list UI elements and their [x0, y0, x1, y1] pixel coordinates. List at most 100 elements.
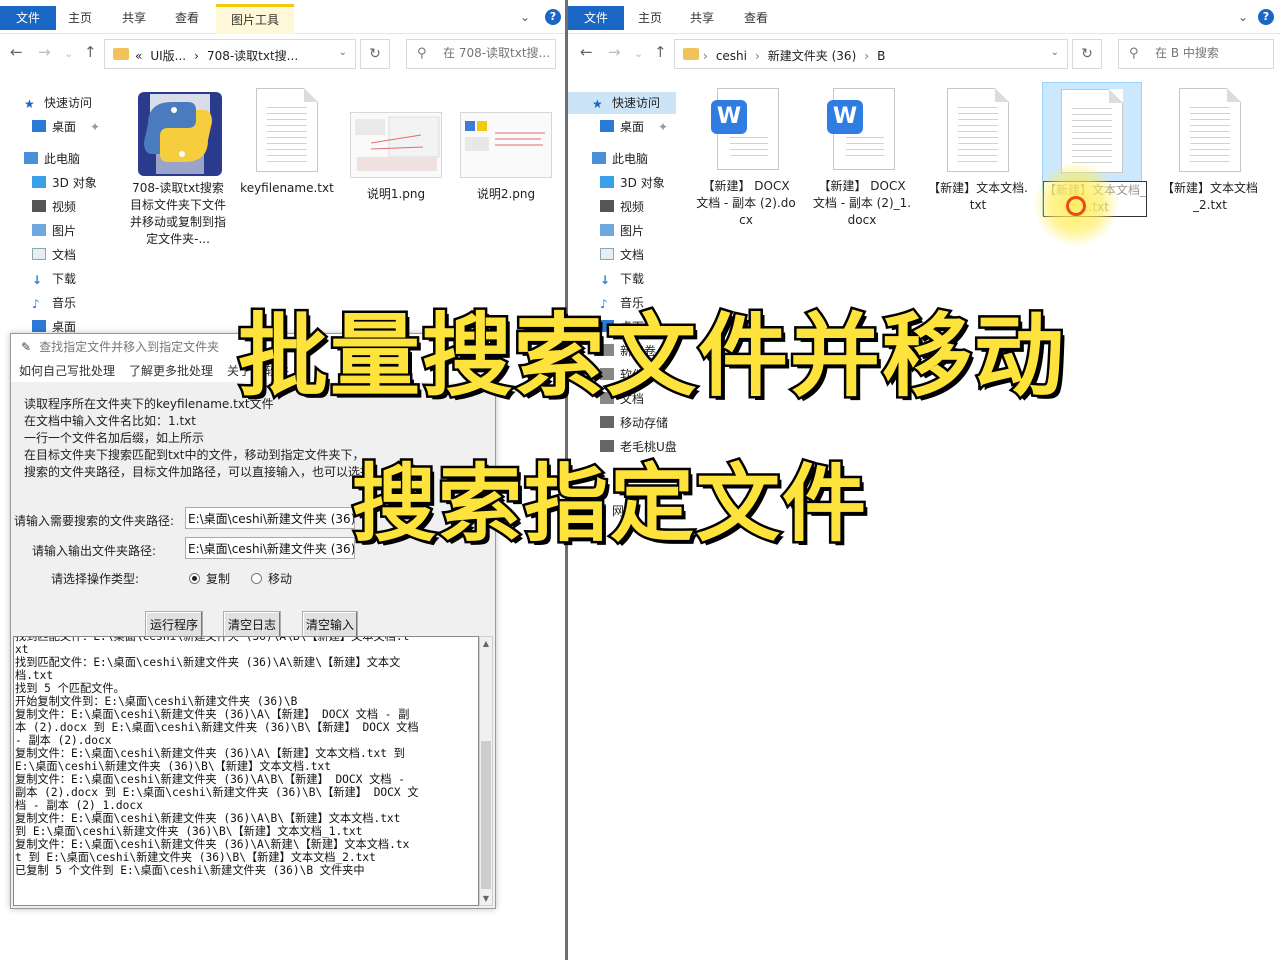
breadcrumb-item[interactable]: 新建文件夹 (36) [768, 49, 856, 63]
desktop-icon [32, 120, 46, 132]
scroll-up-icon[interactable]: ▲ [480, 639, 492, 648]
nav-3d-objects[interactable]: 3D 对象 [32, 172, 97, 194]
tab-home[interactable]: 主页 [638, 8, 662, 28]
nav-downloads[interactable]: ↓ 下载 [32, 268, 76, 290]
nav-music[interactable]: ♪ 音乐 [32, 292, 76, 314]
nav-documents[interactable]: 文档 [32, 244, 76, 266]
nav-removable-storage[interactable]: 移动存储 [600, 412, 668, 434]
recent-dropdown-icon[interactable]: ⌄ [64, 47, 73, 60]
address-bar[interactable]: « UI版... › 708-读取txt搜... ⌄ [104, 39, 356, 69]
nav-pictures[interactable]: 图片 [600, 220, 644, 242]
breadcrumb-item[interactable]: 708-读取txt搜... [207, 49, 298, 63]
tab-picture-tools[interactable]: 图片工具 [216, 4, 294, 34]
tab-view[interactable]: 查看 [744, 8, 768, 28]
star-icon: ★ [24, 97, 35, 111]
file-readme1-png[interactable]: 说明1.png [346, 112, 446, 203]
breadcrumb-item[interactable]: UI版... [150, 49, 186, 63]
file-name: 说明2.png [476, 187, 536, 201]
tab-share[interactable]: 共享 [122, 8, 146, 28]
search-box[interactable]: ⚲ [406, 39, 556, 69]
menu-item-how-to-write[interactable]: 如何自己写批处理 [19, 364, 115, 378]
menu-item-learn-more[interactable]: 了解更多批处理 [129, 364, 213, 378]
back-arrow-icon[interactable]: ← [580, 43, 593, 61]
file-txt[interactable]: 【新建】文本文档.txt [928, 88, 1028, 214]
file-tab[interactable]: 文件 [0, 6, 56, 30]
search-icon: ⚲ [1129, 46, 1139, 61]
file-readme2-png[interactable]: 说明2.png [456, 112, 556, 203]
usb-drive-icon [600, 416, 614, 428]
address-dropdown-icon[interactable]: ⌄ [1051, 47, 1059, 58]
pin-icon: ✦ [90, 120, 101, 134]
file-docx-copy-2-1[interactable]: W 【新建】 DOCX 文档 - 副本 (2)_1.docx [812, 86, 912, 229]
nav-desktop[interactable]: 桌面 ✦ [32, 116, 100, 138]
file-name: 708-读取txt搜索目标文件夹下文件并移动或复制到指定文件夹-... [129, 181, 226, 246]
forward-arrow-icon[interactable]: → [608, 43, 621, 61]
help-icon[interactable]: ? [545, 9, 561, 25]
address-bar[interactable]: › ceshi › 新建文件夹 (36) › B ⌄ [674, 39, 1068, 69]
refresh-icon[interactable]: ↻ [1072, 39, 1102, 69]
address-dropdown-icon[interactable]: ⌄ [339, 47, 347, 58]
search-input[interactable] [1155, 46, 1265, 60]
file-txt-2[interactable]: 【新建】文本文档_2.txt [1160, 88, 1260, 214]
python-icon [130, 84, 226, 180]
breadcrumb-item[interactable]: B [877, 49, 885, 63]
log-scrollbar[interactable]: ▲ ▼ [479, 636, 493, 906]
refresh-icon[interactable]: ↻ [360, 39, 390, 69]
breadcrumb: « UI版... › 708-读取txt搜... [135, 47, 306, 64]
up-arrow-icon[interactable]: ↑ [654, 43, 667, 61]
document-icon [600, 248, 614, 260]
overlay-caption-subtitle: 搜索指定文件 [349, 453, 869, 556]
word-icon: W [827, 86, 897, 172]
nav-quick-access[interactable]: ★ 快速访问 [24, 92, 92, 114]
copy-radio[interactable]: 复制 [189, 570, 230, 587]
nav-this-pc[interactable]: 此电脑 [592, 148, 648, 170]
picture-icon [32, 224, 46, 236]
music-icon: ♪ [32, 297, 40, 311]
nav-videos[interactable]: 视频 [600, 196, 644, 218]
breadcrumb-item[interactable]: ceshi [716, 49, 747, 63]
back-arrow-icon[interactable]: ← [10, 43, 23, 61]
operation-type-label: 请选择操作类型: [51, 572, 140, 586]
help-icon[interactable]: ? [1258, 9, 1274, 25]
move-radio[interactable]: 移动 [251, 570, 292, 587]
search-path-input[interactable] [185, 507, 355, 529]
picture-icon [600, 224, 614, 236]
image-thumbnail [460, 112, 552, 178]
text-file-icon [1179, 88, 1241, 172]
run-button[interactable]: 运行程序 [145, 611, 203, 639]
file-python-script[interactable]: 708-读取txt搜索目标文件夹下文件并移动或复制到指定文件夹-... [128, 84, 228, 248]
usb-drive-icon [600, 440, 614, 452]
search-input[interactable] [443, 46, 553, 60]
file-tab[interactable]: 文件 [568, 6, 624, 30]
search-box[interactable]: ⚲ [1118, 39, 1274, 69]
clear-log-button[interactable]: 清空日志 [223, 611, 281, 639]
file-name: keyfilename.txt [240, 181, 334, 195]
file-docx-copy-2[interactable]: W 【新建】 DOCX 文档 - 副本 (2).docx [696, 86, 796, 229]
clear-input-button[interactable]: 清空输入 [302, 611, 358, 639]
file-keyfilename[interactable]: keyfilename.txt [237, 88, 337, 197]
tab-home[interactable]: 主页 [68, 8, 92, 28]
ribbon-expand-icon[interactable]: ⌄ [1238, 10, 1248, 24]
tab-view[interactable]: 查看 [175, 8, 199, 28]
nav-desktop[interactable]: 桌面 ✦ [600, 116, 668, 138]
nav-this-pc[interactable]: 此电脑 [24, 148, 80, 170]
forward-arrow-icon[interactable]: → [38, 43, 51, 61]
desktop-icon [600, 120, 614, 132]
nav-pictures[interactable]: 图片 [32, 220, 76, 242]
scroll-thumb[interactable] [481, 741, 491, 889]
scroll-down-icon[interactable]: ▼ [480, 894, 492, 903]
breadcrumb-overflow[interactable]: « [135, 49, 142, 63]
nav-3d-objects[interactable]: 3D 对象 [600, 172, 665, 194]
nav-quick-access[interactable]: ★ 快速访问 [568, 92, 676, 114]
up-arrow-icon[interactable]: ↑ [84, 43, 97, 61]
log-textarea[interactable]: 找到匹配文件：E:\桌面\ceshi\新建文件夹 (36)\A\B\【新建】文本… [13, 636, 479, 906]
tab-share[interactable]: 共享 [690, 8, 714, 28]
nav-videos[interactable]: 视频 [32, 196, 76, 218]
output-path-input[interactable] [185, 537, 355, 559]
ribbon-expand-icon[interactable]: ⌄ [520, 10, 530, 24]
text-file-icon [256, 88, 318, 172]
nav-downloads[interactable]: ↓ 下载 [600, 268, 644, 290]
nav-documents[interactable]: 文档 [600, 244, 644, 266]
recent-dropdown-icon[interactable]: ⌄ [634, 47, 643, 60]
search-icon: ⚲ [417, 46, 427, 61]
